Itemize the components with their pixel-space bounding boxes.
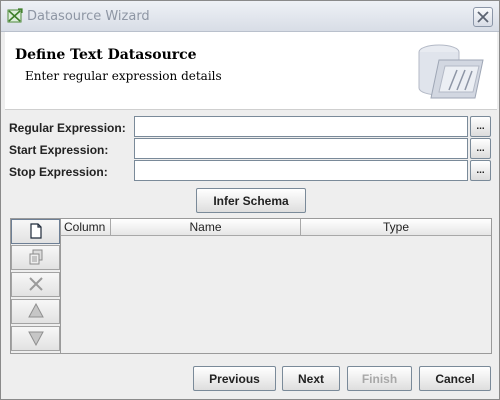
regular-expression-label: Regular Expression: (9, 121, 126, 135)
move-up-button[interactable] (11, 299, 60, 324)
wizard-header: Define Text Datasource Enter regular exp… (5, 32, 497, 110)
next-button[interactable]: Next (282, 366, 340, 391)
regular-expression-input[interactable] (134, 116, 468, 137)
stop-expression-input[interactable] (134, 160, 468, 181)
regular-expression-browse-button[interactable]: ... (470, 116, 491, 137)
new-column-button[interactable] (11, 219, 60, 244)
column-toolbar (10, 218, 61, 354)
copy-column-button[interactable] (11, 245, 60, 270)
move-down-button[interactable] (11, 326, 60, 351)
start-expression-input[interactable] (134, 138, 468, 159)
stop-expression-label: Stop Expression: (9, 165, 108, 179)
cancel-button[interactable]: Cancel (419, 366, 491, 391)
new-document-icon (30, 223, 42, 239)
start-expression-browse-button[interactable]: ... (470, 138, 491, 159)
copy-icon (29, 249, 43, 265)
finish-button[interactable]: Finish (347, 366, 412, 391)
arrow-up-icon (28, 303, 44, 318)
column-header-column[interactable]: Column (61, 219, 111, 236)
page-subtitle: Enter regular expression details (25, 69, 222, 83)
column-header-type[interactable]: Type (301, 219, 491, 236)
close-button[interactable] (473, 7, 493, 27)
column-header-name[interactable]: Name (111, 219, 301, 236)
schema-table[interactable]: Column Name Type (60, 218, 492, 354)
previous-button[interactable]: Previous (193, 366, 276, 391)
page-title: Define Text Datasource (15, 47, 197, 63)
arrow-down-icon (28, 331, 44, 346)
title-bar[interactable]: Datasource Wizard (1, 1, 499, 32)
database-icon (418, 44, 484, 99)
delete-column-button[interactable] (11, 272, 60, 297)
app-icon (7, 8, 23, 23)
window-title: Datasource Wizard (27, 9, 150, 24)
datasource-wizard-window: Datasource Wizard Define Text Datasource… (0, 0, 500, 400)
stop-expression-browse-button[interactable]: ... (470, 160, 491, 181)
start-expression-label: Start Expression: (9, 143, 109, 157)
delete-x-icon (29, 277, 43, 291)
close-icon (477, 11, 489, 23)
infer-schema-button[interactable]: Infer Schema (196, 188, 306, 213)
